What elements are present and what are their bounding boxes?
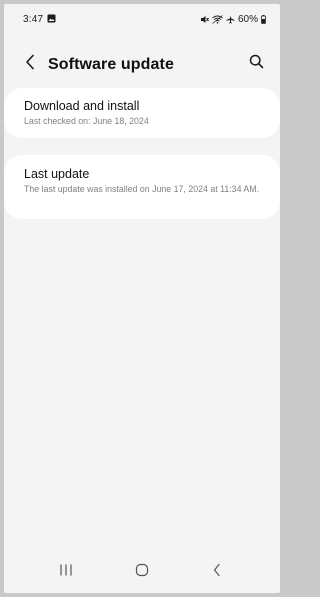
status-bar: 3:47 60% — [4, 4, 280, 32]
search-button[interactable] — [246, 54, 266, 74]
status-time: 3:47 — [23, 14, 44, 25]
card-subtitle: Last checked on: June 18, 2024 — [24, 116, 149, 126]
battery-percentage: 60% — [237, 13, 258, 25]
recents-icon — [59, 563, 73, 581]
last-update-card[interactable]: Last update The last update was installe… — [4, 155, 280, 219]
battery-icon — [261, 14, 266, 24]
back-icon — [212, 563, 222, 582]
back-chevron-icon — [25, 54, 35, 75]
page-title: Software update — [48, 56, 174, 73]
navigation-bar — [4, 553, 280, 593]
download-and-install-card[interactable]: Download and install Last checked on: Ju… — [4, 88, 280, 138]
nav-back-button[interactable] — [197, 561, 237, 583]
airplane-icon — [226, 15, 235, 24]
recents-button[interactable] — [46, 561, 86, 583]
home-button[interactable] — [122, 561, 162, 583]
mute-icon — [200, 15, 209, 24]
card-title: Last update — [24, 167, 90, 181]
home-icon — [135, 563, 149, 582]
wifi-icon — [212, 14, 223, 24]
phone-screen: 3:47 60% Software update Download and in… — [4, 4, 280, 593]
status-icons: 60% — [200, 13, 266, 25]
app-header: Software update — [4, 44, 280, 84]
card-title: Download and install — [24, 99, 140, 113]
card-subtitle: The last update was installed on June 17… — [24, 184, 260, 194]
search-icon — [249, 54, 264, 74]
gallery-icon — [47, 14, 56, 23]
back-button[interactable] — [20, 52, 40, 76]
